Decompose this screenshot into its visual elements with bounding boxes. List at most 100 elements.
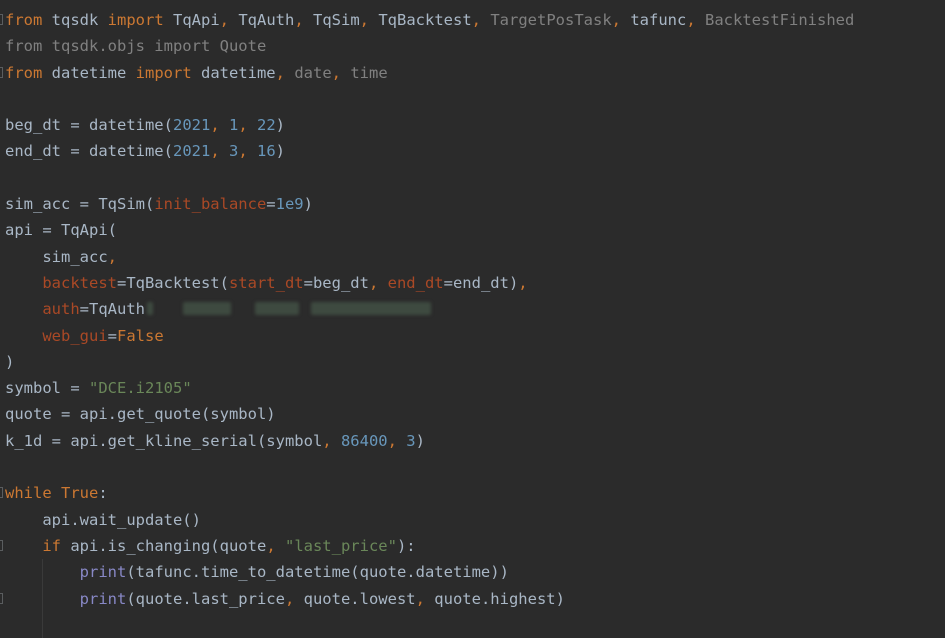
code-token: TqBacktest xyxy=(378,11,472,29)
code-token: ) xyxy=(275,116,286,135)
code-token: end_dt = datetime( xyxy=(5,142,173,161)
code-token: symbol = xyxy=(5,379,89,398)
code-editor[interactable]: from tqsdk import TqApi, TqAuth, TqSim, … xyxy=(0,7,945,638)
code-token: api.wait_update() xyxy=(5,510,201,529)
code-line[interactable]: sim_acc, xyxy=(0,244,945,270)
code-line[interactable]: symbol = "DCE.i2105" xyxy=(0,375,945,401)
code-token: , xyxy=(611,11,631,29)
code-token: BacktestFinished xyxy=(705,11,855,29)
code-token: import xyxy=(107,11,164,29)
code-token: ) xyxy=(275,142,286,161)
code-token: , xyxy=(210,116,229,135)
code-token: quote.lowest xyxy=(303,589,416,608)
code-token: = xyxy=(107,326,117,345)
code-token: , xyxy=(219,11,239,29)
code-line[interactable]: from datetime import datetime, date, tim… xyxy=(0,60,945,86)
code-token: tqsdk xyxy=(42,11,108,29)
code-token: =TqAuth xyxy=(79,300,145,319)
code-token: 16 xyxy=(257,142,276,161)
code-token: ) xyxy=(415,431,425,450)
code-line[interactable]: sim_acc = TqSim(init_balance=1e9) xyxy=(0,191,945,217)
code-token: (tafunc.time_to_datetime(quote.datetime)… xyxy=(126,563,509,582)
code-line[interactable]: api = TqApi( xyxy=(0,217,945,243)
code-line[interactable]: k_1d = api.get_kline_serial(symbol, 8640… xyxy=(0,428,945,454)
code-token: web_gui xyxy=(42,326,108,345)
code-token: quote = api.get_quote(symbol) xyxy=(5,405,276,424)
code-token: =end_dt) xyxy=(443,273,519,292)
code-token: , xyxy=(368,273,388,292)
code-token: init_balance xyxy=(154,195,267,214)
code-token: auth xyxy=(42,300,80,319)
code-token: datetime xyxy=(42,63,136,82)
code-token: time xyxy=(350,63,388,82)
code-token: if xyxy=(42,536,61,555)
code-token: TqAuth xyxy=(238,11,295,29)
code-token: ): xyxy=(396,536,416,555)
code-token: =beg_dt xyxy=(303,273,369,292)
code-token: 2021 xyxy=(172,116,211,135)
code-token: TqSim xyxy=(313,11,360,29)
code-line[interactable] xyxy=(0,165,945,191)
code-token: , xyxy=(518,273,528,292)
code-line[interactable]: print(quote.last_price, quote.lowest, qu… xyxy=(0,585,945,612)
code-token: , xyxy=(686,11,706,29)
code-token: =TqBacktest( xyxy=(116,273,229,292)
fold-marker-icon[interactable] xyxy=(0,14,3,25)
code-token: start_dt xyxy=(228,273,304,292)
code-line[interactable]: if api.is_changing(quote, "last_price"): xyxy=(0,533,945,559)
code-token: ) xyxy=(5,352,15,371)
code-line[interactable]: quote = api.get_quote(symbol) xyxy=(0,401,945,427)
code-token: , xyxy=(284,589,304,608)
code-token: "last_price" xyxy=(284,536,397,555)
fold-marker-icon[interactable] xyxy=(0,539,3,551)
indent-guide xyxy=(42,611,43,638)
code-line[interactable]: print(tafunc.time_to_datetime(quote.date… xyxy=(0,559,945,586)
code-token: date xyxy=(294,63,332,82)
code-token: datetime xyxy=(191,63,276,82)
fold-marker-icon[interactable] xyxy=(0,66,3,78)
code-token: , xyxy=(471,11,491,29)
code-token: 3 xyxy=(406,431,416,450)
code-token: TargetPosTask xyxy=(490,11,612,29)
code-token: , xyxy=(415,589,435,608)
code-token: , xyxy=(238,116,257,135)
code-token: k_1d = api.get_kline_serial(symbol xyxy=(5,431,323,450)
code-line[interactable]: from tqsdk.objs import Quote xyxy=(0,33,945,59)
code-token: while xyxy=(5,484,52,503)
code-line[interactable]: web_gui=False xyxy=(0,323,945,349)
code-line[interactable]: auth=TqAuth xyxy=(0,296,945,322)
code-token: , xyxy=(210,142,229,161)
code-token: print xyxy=(79,589,127,608)
code-line[interactable] xyxy=(0,86,945,112)
code-line[interactable]: ) xyxy=(0,349,945,375)
code-line[interactable]: api.wait_update() xyxy=(0,507,945,533)
code-line[interactable] xyxy=(0,611,945,638)
code-token: print xyxy=(79,563,127,582)
code-token: TqApi xyxy=(163,11,220,29)
fold-marker-icon[interactable] xyxy=(0,487,3,499)
code-token: , xyxy=(275,63,295,82)
code-line[interactable]: from tqsdk import TqApi, TqAuth, TqSim, … xyxy=(0,7,945,33)
code-token: backtest xyxy=(42,273,117,292)
code-line[interactable] xyxy=(0,454,945,480)
code-line[interactable]: end_dt = datetime(2021, 3, 16) xyxy=(0,138,945,164)
code-token: , xyxy=(294,11,313,29)
code-line[interactable]: backtest=TqBacktest(start_dt=beg_dt, end… xyxy=(0,270,945,296)
code-line[interactable]: while True: xyxy=(0,480,945,506)
fold-marker-icon[interactable] xyxy=(0,592,3,604)
code-token: 2021 xyxy=(172,142,211,161)
code-line[interactable]: beg_dt = datetime(2021, 1, 22) xyxy=(0,112,945,138)
code-token: , xyxy=(266,536,285,555)
indent-guide xyxy=(42,559,43,586)
code-token: 22 xyxy=(257,116,276,135)
code-token: False xyxy=(117,326,164,345)
code-token: 1 xyxy=(228,116,239,135)
code-token: , xyxy=(238,142,257,161)
code-token: from xyxy=(5,11,43,29)
code-token: = xyxy=(266,195,276,214)
code-token: quote.highest) xyxy=(434,589,565,608)
code-token: ) xyxy=(303,195,313,214)
